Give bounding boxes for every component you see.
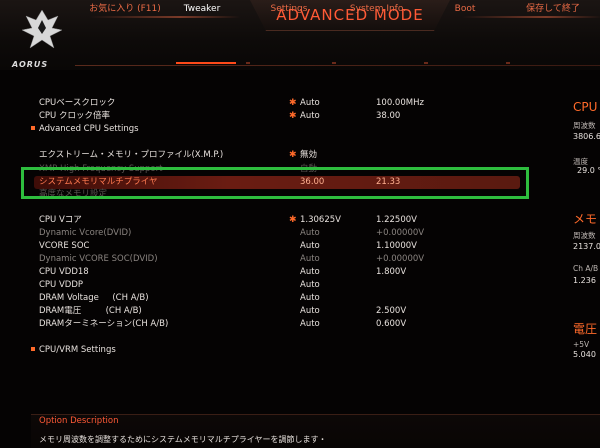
setting-value[interactable]: Auto <box>300 292 320 305</box>
setting-value[interactable]: Auto <box>300 227 320 240</box>
setting-label: CPU VDDP <box>39 280 84 290</box>
logo-text: AORUS <box>12 60 49 69</box>
setting-row-dram-voltage[interactable]: DRAM Voltage (CH A/B) Auto <box>0 292 560 305</box>
setting-row-vcore-soc[interactable]: VCORE SOC Auto 1.10000V <box>0 240 560 253</box>
voltage-section-title: 電圧 <box>573 322 598 336</box>
memory-ch-value: 1.236 <box>573 276 596 285</box>
submenu-advanced-cpu-settings[interactable]: Advanced CPU Settings <box>31 123 139 136</box>
setting-label: Dynamic VCORE SOC(DVID) <box>39 254 158 264</box>
submenu-bullet-icon <box>31 125 35 130</box>
modified-star-icon: ✱ <box>289 98 297 108</box>
setting-label: VCORE SOC <box>39 241 90 251</box>
cpu-temp-value: 29.0 ° <box>577 166 600 175</box>
tab-favorites[interactable]: お気に入り (F11) <box>80 0 170 18</box>
tab-separator <box>332 62 336 64</box>
tab-system-info[interactable]: System Info. <box>338 0 418 18</box>
setting-label: CPU クロック倍率 <box>39 111 110 121</box>
setting-row-cpu-base-clock[interactable]: CPUベースクロック ✱ Auto 100.00MHz <box>0 97 560 110</box>
cpu-freq-label: 周波数 <box>573 121 596 130</box>
plus5v-value: 5.040 <box>573 350 596 359</box>
cpu-section-title: CPU <box>573 100 598 114</box>
memory-ch-label: Ch A/B <box>573 264 599 273</box>
setting-label: DRAM Voltage (CH A/B) <box>39 293 149 303</box>
submenu-label: Advanced CPU Settings <box>39 124 139 134</box>
setting-label: エクストリーム・メモリ・プロファイル(X.M.P.) <box>39 150 224 160</box>
modified-star-icon: ✱ <box>289 215 297 225</box>
setting-current-value: 1.10000V <box>376 241 417 251</box>
setting-value[interactable]: 無効 <box>300 149 317 162</box>
tab-settings[interactable]: Settings <box>254 0 324 18</box>
submenu-cpu-vrm-settings[interactable]: CPU/VRM Settings <box>31 344 116 357</box>
setting-label: CPUベースクロック <box>39 98 116 108</box>
header-bar: ADVANCED MODE AORUS お気に入り (F11) Tweaker … <box>0 0 600 70</box>
setting-value[interactable]: 1.30625V <box>300 214 341 227</box>
option-description-title: Option Description <box>39 416 119 426</box>
aorus-eagle-logo-icon <box>21 9 63 49</box>
active-tab-indicator <box>176 62 236 64</box>
setting-label: CPU Vコア <box>39 215 82 225</box>
setting-row-dynamic-vcore-soc[interactable]: Dynamic VCORE SOC(DVID) Auto +0.00000V <box>0 253 560 266</box>
plus5v-label: +5V <box>573 340 590 349</box>
memory-freq-label: 周波数 <box>573 231 596 240</box>
setting-value[interactable]: Auto <box>300 318 320 331</box>
setting-current-value: 2.500V <box>376 306 407 316</box>
setting-label: DRAMターミネーション(CH A/B) <box>39 319 169 329</box>
submenu-bullet-icon <box>31 346 35 351</box>
tab-tweaker[interactable]: Tweaker <box>172 0 232 18</box>
setting-value[interactable]: Auto <box>300 97 320 110</box>
cpu-freq-value: 3806.6 <box>573 132 600 141</box>
setting-label: CPU VDD18 <box>39 267 89 277</box>
setting-label: DRAM電圧 (CH A/B) <box>39 306 142 316</box>
setting-row-dram-denatsu[interactable]: DRAM電圧 (CH A/B) Auto 2.500V <box>0 305 560 318</box>
setting-value[interactable]: Auto <box>300 305 320 318</box>
setting-current-value: 0.600V <box>376 319 407 329</box>
setting-current-value: +0.00000V <box>376 228 425 238</box>
tab-separator <box>424 62 428 64</box>
tab-boot[interactable]: Boot <box>430 0 500 18</box>
setting-current-value: 1.22500V <box>376 215 417 225</box>
setting-row-dram-termination[interactable]: DRAMターミネーション(CH A/B) Auto 0.600V <box>0 318 560 331</box>
setting-row-cpu-vddp[interactable]: CPU VDDP Auto <box>0 279 560 292</box>
setting-current-value: 100.00MHz <box>376 98 424 108</box>
setting-value[interactable]: Auto <box>300 279 320 292</box>
memory-freq-value: 2137.0 <box>573 242 600 251</box>
modified-star-icon: ✱ <box>289 111 297 121</box>
setting-current-value: 38.00 <box>376 111 401 121</box>
setting-value[interactable]: Auto <box>300 240 320 253</box>
setting-row-cpu-vcore[interactable]: CPU Vコア ✱ 1.30625V 1.22500V <box>0 214 560 227</box>
setting-row-dynamic-vcore[interactable]: Dynamic Vcore(DVID) Auto +0.00000V <box>0 227 560 240</box>
setting-row-cpu-vdd18[interactable]: CPU VDD18 Auto 1.800V <box>0 266 560 279</box>
option-description-text: メモリ周波数を調整するためにシステムメモリマルチプライヤーを調節します・ <box>39 435 327 444</box>
memory-section-title: メモ <box>573 212 598 226</box>
setting-current-value: 1.800V <box>376 267 407 277</box>
modified-star-icon: ✱ <box>289 150 297 160</box>
setting-row-xmp[interactable]: エクストリーム・メモリ・プロファイル(X.M.P.) ✱ 無効 <box>0 149 560 162</box>
setting-label: Dynamic Vcore(DVID) <box>39 228 132 238</box>
annotation-highlight-box <box>21 167 529 199</box>
submenu-label: CPU/VRM Settings <box>39 345 116 355</box>
setting-value[interactable]: Auto <box>300 253 320 266</box>
tab-divider-line <box>75 65 600 66</box>
tab-save-exit[interactable]: 保存して終了 <box>513 0 593 18</box>
setting-value[interactable]: Auto <box>300 266 320 279</box>
tab-separator <box>246 62 250 64</box>
setting-current-value: +0.00000V <box>376 254 425 264</box>
setting-value[interactable]: Auto <box>300 110 320 123</box>
setting-row-cpu-clock-ratio[interactable]: CPU クロック倍率 ✱ Auto 38.00 <box>0 110 560 123</box>
tab-separator <box>506 62 510 64</box>
hardware-monitor-panel: CPU 周波数 3806.6 温度 29.0 ° メモ 周波数 2137.0 C… <box>560 72 600 372</box>
